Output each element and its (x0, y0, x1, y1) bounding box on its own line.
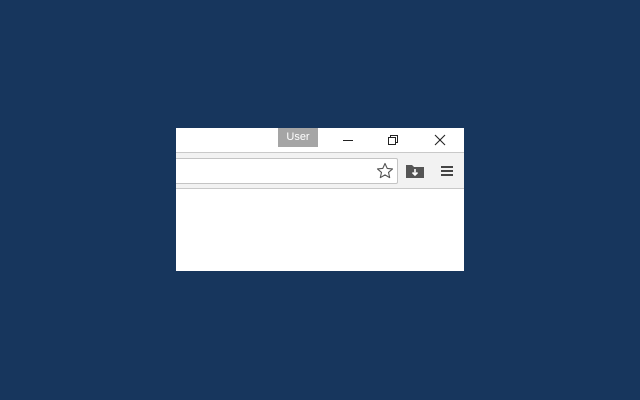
address-bar[interactable] (176, 158, 398, 184)
hamburger-menu-icon (441, 166, 453, 176)
restore-button[interactable] (371, 128, 415, 152)
user-profile-badge[interactable]: User (278, 128, 318, 147)
close-icon (434, 134, 446, 146)
close-button[interactable] (416, 128, 464, 152)
page-content (176, 189, 464, 271)
title-bar[interactable]: User (176, 128, 464, 152)
restore-icon (388, 135, 398, 145)
minimize-button[interactable] (326, 128, 370, 152)
downloads-button[interactable] (402, 158, 428, 184)
menu-button[interactable] (434, 158, 460, 184)
star-outline-icon (376, 162, 394, 179)
bookmark-star-button[interactable] (375, 161, 395, 181)
browser-window: User (176, 128, 464, 271)
folder-download-icon (406, 165, 424, 178)
minimize-icon (343, 140, 353, 141)
browser-toolbar (176, 152, 464, 189)
